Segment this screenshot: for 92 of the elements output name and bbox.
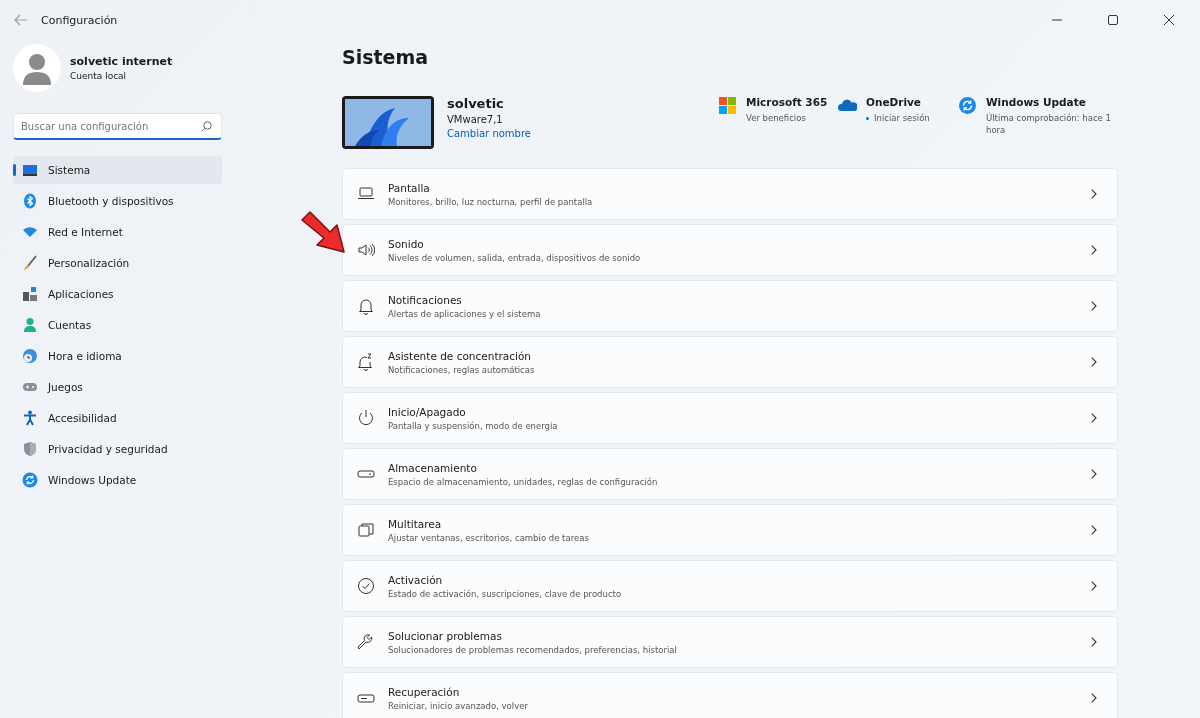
card-title: Almacenamiento	[388, 461, 478, 474]
bell-sleep-icon	[357, 353, 375, 371]
avatar	[13, 44, 61, 92]
brush-icon	[22, 255, 38, 271]
settings-card[interactable]: Almacenamiento Espacio de almacenamiento, unidades, reglas de configuración	[342, 448, 1118, 500]
card-subtitle: Notificaciones, reglas automáticas	[388, 364, 536, 375]
shield-icon	[22, 441, 38, 457]
wrench-icon	[357, 633, 375, 651]
sidebar-item[interactable]: Personalización	[13, 249, 222, 277]
card-title: Sonido	[388, 237, 425, 250]
sidebar-item[interactable]: Cuentas	[13, 311, 222, 339]
wifi-icon	[22, 224, 38, 240]
chevron-icon	[1091, 525, 1097, 535]
sidebar-item[interactable]: Bluetooth y dispositivos	[13, 187, 222, 215]
account-type: Cuenta local	[70, 71, 128, 81]
card-subtitle: Estado de activación, suscripciones, clave de producto	[388, 588, 623, 599]
bell-icon	[357, 297, 375, 315]
quick-link-title[interactable]: Microsoft 365	[746, 96, 828, 108]
search-field[interactable]: Buscar una configuración	[13, 113, 222, 140]
chevron-icon	[1091, 189, 1097, 199]
sidebar-item[interactable]: Red e Internet	[13, 218, 222, 246]
quick-link-subtitle: Iniciar sesión	[874, 112, 930, 124]
sidebar-item[interactable]: Hora e idioma	[13, 342, 222, 370]
globe-clock-icon	[22, 348, 38, 364]
page-title: Sistema	[342, 46, 430, 70]
chevron-icon	[1091, 413, 1097, 423]
settings-card[interactable]: Notificaciones Alertas de aplicaciones y el sistema	[342, 280, 1118, 332]
bluetooth-icon	[22, 193, 38, 209]
card-subtitle: Alertas de aplicaciones y el sistema	[388, 308, 542, 319]
power-icon	[357, 409, 375, 427]
card-title: Activación	[388, 573, 444, 586]
card-subtitle: Solucionadores de problemas recomendados, preferencias, historial	[388, 644, 678, 655]
chevron-icon	[1091, 245, 1097, 255]
settings-card[interactable]: Pantalla Monitores, brillo, luz nocturna, perfil de pantalla	[342, 168, 1118, 220]
accessibility-icon	[22, 410, 38, 426]
card-subtitle: Reiniciar, inicio avanzado, volver	[388, 700, 529, 711]
settings-card[interactable]: Sonido Niveles de volumen, salida, entrada, dispositivos de sonido	[342, 224, 1118, 276]
window-title: Configuración	[41, 13, 118, 27]
sidebar-item[interactable]: Accesibilidad	[13, 404, 222, 432]
card-title: Notificaciones	[388, 293, 463, 306]
card-subtitle: Pantalla y suspensión, modo de energía	[388, 420, 559, 431]
apps-icon	[22, 286, 38, 302]
maximize-icon[interactable]	[1108, 15, 1118, 25]
pointer-arrow	[300, 210, 348, 256]
device-name: solvetic	[447, 96, 505, 111]
windows-logo-icon[interactable]	[718, 96, 737, 115]
device-model: VMware7,1	[447, 114, 504, 125]
quick-link-subtitle: Ver beneficios	[746, 112, 806, 124]
card-subtitle: Ajustar ventanas, escritorios, cambio de tareas	[388, 532, 590, 543]
speaker-icon	[357, 241, 375, 259]
sidebar-item[interactable]: Juegos	[13, 373, 222, 401]
person-icon	[22, 317, 38, 333]
card-title: Asistente de concentración	[388, 349, 533, 362]
windows-stack-icon	[357, 521, 375, 539]
back-arrow-icon[interactable]	[14, 14, 28, 26]
card-title: Pantalla	[388, 181, 431, 194]
settings-card[interactable]: Inicio/Apagado Pantalla y suspensión, modo de energía	[342, 392, 1118, 444]
settings-card[interactable]: Activación Estado de activación, suscripciones, clave de producto	[342, 560, 1118, 612]
sync-icon[interactable]	[958, 96, 977, 115]
quick-link-title[interactable]: Windows Update	[986, 96, 1118, 108]
card-subtitle: Niveles de volumen, salida, entrada, dispositivos de sonido	[388, 252, 642, 263]
sidebar-item[interactable]: Windows Update	[13, 466, 222, 494]
search-icon	[201, 121, 212, 132]
chevron-icon	[1091, 469, 1097, 479]
card-title: Solucionar problemas	[388, 629, 503, 642]
chevron-icon	[1091, 693, 1097, 703]
sync-icon	[22, 472, 38, 488]
chevron-icon	[1091, 581, 1097, 591]
selection-indicator	[13, 164, 16, 176]
settings-card[interactable]: Multitarea Ajustar ventanas, escritorios, cambio de tareas	[342, 504, 1118, 556]
card-subtitle: Monitores, brillo, luz nocturna, perfil de pantalla	[388, 196, 594, 207]
card-subtitle: Espacio de almacenamiento, unidades, reglas de configuración	[388, 476, 659, 487]
sidebar-item[interactable]: Privacidad y seguridad	[13, 435, 222, 463]
sidebar-item[interactable]: Sistema	[13, 156, 222, 184]
chevron-icon	[1091, 637, 1097, 647]
settings-card[interactable]: Asistente de concentración Notificaciones, reglas automáticas	[342, 336, 1118, 388]
quick-link-title[interactable]: OneDrive	[866, 96, 930, 108]
close-icon[interactable]	[1164, 15, 1174, 25]
profile-name: solvetic internet	[70, 55, 173, 68]
card-title: Multitarea	[388, 517, 443, 530]
card-title: Inicio/Apagado	[388, 405, 467, 418]
check-circle-icon	[357, 577, 375, 595]
sidebar-item[interactable]: Aplicaciones	[13, 280, 222, 308]
rename-link[interactable]: Cambiar nombre	[447, 128, 531, 139]
chevron-icon	[1091, 357, 1097, 367]
card-title: Recuperación	[388, 685, 461, 698]
settings-card[interactable]: Solucionar problemas Solucionadores de problemas recomendados, preferencias, historial	[342, 616, 1118, 668]
quick-link-subtitle: Última comprobación: hace 1 hora	[986, 112, 1112, 136]
chevron-icon	[1091, 301, 1097, 311]
display-icon	[22, 162, 38, 178]
settings-card[interactable]: Recuperación Reiniciar, inicio avanzado, volver	[342, 672, 1118, 718]
status-dot-icon	[866, 116, 869, 120]
